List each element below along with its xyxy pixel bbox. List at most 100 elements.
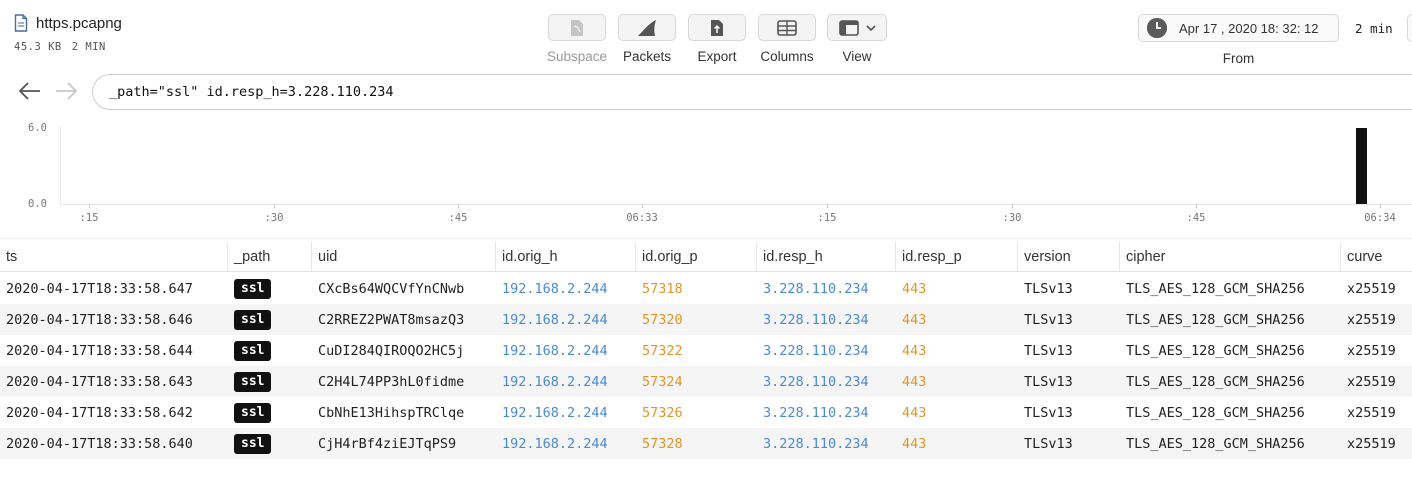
cell-ts: 2020-04-17T18:33:58.642 (6, 404, 193, 421)
cell-ts: 2020-04-17T18:33:58.643 (6, 373, 193, 390)
cell-path: ssl (228, 402, 312, 423)
x-tick (274, 204, 275, 208)
cell-path: ssl (228, 433, 312, 454)
cell-orig-p[interactable]: 57322 (636, 343, 757, 359)
cell-orig-h[interactable]: 192.168.2.244 (496, 281, 636, 297)
forward-arrow-icon[interactable] (54, 80, 78, 102)
cell-orig-p[interactable]: 57326 (636, 405, 757, 421)
x-tick-label: 06:33 (626, 212, 658, 224)
path-badge: ssl (234, 309, 272, 330)
table-row[interactable]: 2020-04-17T18:33:58.642 ssl CbNhE13Hihsp… (0, 397, 1412, 428)
file-icon (14, 14, 28, 32)
cell-resp-p[interactable]: 443 (896, 436, 1018, 452)
from-date-button[interactable]: Apr 17 , 2020 18: 32: 12 (1138, 14, 1339, 42)
cell-orig-h[interactable]: 192.168.2.244 (496, 436, 636, 452)
file-size: 45.3 KB (14, 41, 62, 53)
subspace-tool[interactable]: Subspace (542, 14, 612, 64)
cell-curve: x25519 (1347, 435, 1396, 452)
path-badge: ssl (234, 371, 272, 392)
y-tick-label: 6.0 (28, 122, 47, 134)
cell-orig-p[interactable]: 57328 (636, 436, 757, 452)
histogram: 6.0 0.0 :15 :30 :45 06:33 :15 :30 :45 06… (0, 118, 1412, 230)
cell-resp-h[interactable]: 3.228.110.234 (757, 312, 896, 328)
search-input[interactable]: _path="ssl" id.resp_h=3.228.110.234 (92, 74, 1412, 110)
from-date-value: Apr 17 , 2020 18: 32: 12 (1179, 20, 1319, 36)
column-header-path[interactable]: _path (228, 242, 312, 271)
cell-resp-h[interactable]: 3.228.110.234 (757, 405, 896, 421)
cell-orig-h[interactable]: 192.168.2.244 (496, 405, 636, 421)
table-body: 2020-04-17T18:33:58.647 ssl CXcBs64WQCVf… (0, 273, 1412, 459)
histogram-bar[interactable] (1356, 128, 1367, 204)
to-date-button[interactable] (1407, 14, 1412, 42)
cell-curve: x25519 (1347, 404, 1396, 421)
cell-curve: x25519 (1347, 280, 1396, 297)
x-axis (60, 204, 1412, 205)
table-row[interactable]: 2020-04-17T18:33:58.647 ssl CXcBs64WQCVf… (0, 273, 1412, 304)
cell-orig-p[interactable]: 57324 (636, 374, 757, 390)
packets-label: Packets (622, 49, 672, 64)
export-label: Export (697, 49, 737, 64)
column-header-curve[interactable]: curve (1341, 242, 1412, 271)
cell-ts: 2020-04-17T18:33:58.646 (6, 311, 193, 328)
path-badge: ssl (234, 402, 272, 423)
cell-version: TLSv13 (1024, 373, 1073, 390)
x-tick (458, 204, 459, 208)
cell-resp-p[interactable]: 443 (896, 374, 1018, 390)
span-duration: 2 min (1355, 21, 1393, 36)
cell-resp-h[interactable]: 3.228.110.234 (757, 436, 896, 452)
export-button[interactable] (688, 14, 746, 41)
x-tick-label: :45 (1186, 212, 1206, 224)
cell-path: ssl (228, 278, 312, 299)
clock-icon (1147, 18, 1167, 38)
cell-resp-p[interactable]: 443 (896, 281, 1018, 297)
subspace-button[interactable] (548, 14, 606, 41)
cell-resp-h[interactable]: 3.228.110.234 (757, 374, 896, 390)
export-tool[interactable]: Export (682, 14, 752, 64)
columns-tool[interactable]: Columns (752, 14, 822, 64)
cell-resp-h[interactable]: 3.228.110.234 (757, 281, 896, 297)
table-row[interactable]: 2020-04-17T18:33:58.640 ssl CjH4rBf4ziEJ… (0, 428, 1412, 459)
column-header-orig-p[interactable]: id.orig_p (636, 242, 757, 271)
x-tick-label: :45 (448, 212, 468, 224)
table-row[interactable]: 2020-04-17T18:33:58.644 ssl CuDI284QIROQ… (0, 335, 1412, 366)
search-query: _path="ssl" id.resp_h=3.228.110.234 (109, 84, 394, 100)
column-header-version[interactable]: version (1018, 242, 1120, 271)
column-header-orig-h[interactable]: id.orig_h (496, 242, 636, 271)
cell-orig-h[interactable]: 192.168.2.244 (496, 374, 636, 390)
column-header-uid[interactable]: uid (312, 242, 496, 271)
column-header-cipher[interactable]: cipher (1120, 242, 1341, 271)
x-tick-label: :30 (1002, 212, 1022, 224)
cell-ts: 2020-04-17T18:33:58.640 (6, 435, 193, 452)
time-from: Apr 17 , 2020 18: 32: 12 From (1138, 14, 1339, 66)
cell-curve: x25519 (1347, 311, 1396, 328)
cell-version: TLSv13 (1024, 342, 1073, 359)
subspace-icon (571, 19, 583, 36)
column-header-resp-p[interactable]: id.resp_p (896, 242, 1018, 271)
back-arrow-icon[interactable] (18, 80, 42, 102)
table-row[interactable]: 2020-04-17T18:33:58.643 ssl C2H4L74PP3hL… (0, 366, 1412, 397)
x-tick-label: :30 (264, 212, 284, 224)
cell-resp-p[interactable]: 443 (896, 312, 1018, 328)
packets-tool[interactable]: Packets (612, 14, 682, 64)
x-tick (1196, 204, 1197, 208)
cell-resp-h[interactable]: 3.228.110.234 (757, 343, 896, 359)
column-header-ts[interactable]: ts (0, 242, 228, 271)
cell-orig-h[interactable]: 192.168.2.244 (496, 312, 636, 328)
cell-resp-p[interactable]: 443 (896, 343, 1018, 359)
table-header: ts _path uid id.orig_h id.orig_p id.resp… (0, 242, 1412, 272)
cell-orig-h[interactable]: 192.168.2.244 (496, 343, 636, 359)
cell-uid: C2RREZ2PWAT8msazQ3 (318, 311, 465, 328)
cell-orig-p[interactable]: 57318 (636, 281, 757, 297)
x-tick (89, 204, 90, 208)
view-label: View (842, 49, 872, 64)
table-row[interactable]: 2020-04-17T18:33:58.646 ssl C2RREZ2PWAT8… (0, 304, 1412, 335)
view-tool[interactable]: View (822, 14, 892, 64)
cell-resp-p[interactable]: 443 (896, 405, 1018, 421)
x-tick (642, 204, 643, 208)
view-button[interactable] (827, 14, 887, 41)
cell-uid: CbNhE13HihspTRClqe (318, 404, 465, 421)
cell-orig-p[interactable]: 57320 (636, 312, 757, 328)
columns-button[interactable] (758, 14, 816, 41)
packets-button[interactable] (618, 14, 676, 41)
column-header-resp-h[interactable]: id.resp_h (757, 242, 896, 271)
